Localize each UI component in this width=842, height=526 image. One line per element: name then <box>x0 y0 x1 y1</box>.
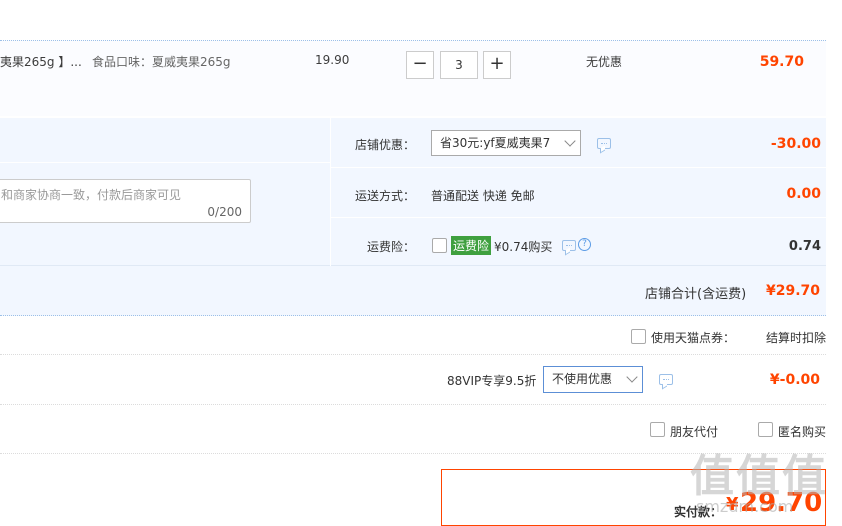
shop-total-label: 店铺合计(含运费) <box>645 287 747 302</box>
message-char-count: 0/200 <box>207 205 242 219</box>
watermark-glyph: 值 <box>736 451 782 502</box>
chat-icon[interactable] <box>597 138 611 149</box>
tmall-coupon-label: 使用天猫点券： <box>651 331 736 345</box>
buyer-message-input[interactable]: 和商家协商一致，付款后商家可见 0/200 <box>0 179 251 223</box>
tmall-coupon-note: 结算时扣除 <box>765 331 826 345</box>
help-icon[interactable]: ? <box>578 238 591 251</box>
order-confirm-page: 夷果265g 】... 食品口味：夏威夷果265g 19.90 − 3 + 无优… <box>0 0 842 526</box>
friend-pay-label: 朋友代付 <box>670 425 719 439</box>
quantity-input[interactable]: 3 <box>440 51 478 79</box>
site-watermark-logo: 值值值 <box>690 440 828 504</box>
tmall-coupon-checkbox[interactable] <box>631 329 646 344</box>
item-attribute: 食品口味：夏威夷果265g <box>92 55 231 69</box>
order-item-row: 夷果265g 】... 食品口味：夏威夷果265g 19.90 − 3 + 无优… <box>0 40 826 116</box>
watermark-glyph: 值 <box>690 451 736 502</box>
shop-options-panel: 和商家协商一致，付款后商家可见 0/200 店铺优惠： 省30元:yf夏威夷果7… <box>0 118 827 266</box>
shop-total-amount: ¥29.70 <box>765 283 820 299</box>
shop-coupon-amount: -30.00 <box>770 136 821 152</box>
insurance-amount: 0.74 <box>788 239 821 254</box>
vip-discount-select[interactable]: 不使用优惠 <box>543 366 643 393</box>
divider <box>0 162 330 163</box>
anonymous-label: 匿名购买 <box>778 425 827 439</box>
shop-coupon-selected: 省30元:yf夏威夷果7 <box>440 136 551 150</box>
shop-option-rows: 店铺优惠： 省30元:yf夏威夷果7 -30.00 运送方式： 普通配送 快递 … <box>330 118 827 266</box>
shipping-amount: 0.00 <box>786 186 821 202</box>
item-title[interactable]: 夷果265g 】... <box>0 53 82 70</box>
shop-coupon-label: 店铺优惠： <box>354 138 415 152</box>
chevron-down-icon <box>564 135 576 147</box>
decrease-quantity-button[interactable]: − <box>406 51 434 79</box>
anonymous-checkbox[interactable] <box>758 422 773 437</box>
message-placeholder: 和商家协商一致，付款后商家可见 <box>1 188 182 202</box>
shipping-label: 运送方式： <box>354 189 415 203</box>
tmall-coupon-row: 使用天猫点券： 结算时扣除 <box>0 317 826 355</box>
vip-discount-row: 88VIP专享9.5折 不使用优惠 ¥-0.00 <box>0 355 826 405</box>
watermark-glyph: 值 <box>782 451 828 502</box>
insurance-tag: 运费险 <box>451 236 492 255</box>
quantity-stepper: − 3 + <box>406 51 511 79</box>
item-unit-price: 19.90 <box>315 53 350 67</box>
shop-coupon-select[interactable]: 省30元:yf夏威夷果7 <box>431 130 581 156</box>
insurance-label: 运费险： <box>366 240 415 254</box>
insurance-checkbox[interactable] <box>432 238 447 253</box>
insurance-price: ¥0.74购买 <box>494 240 553 254</box>
friend-pay-checkbox[interactable] <box>650 422 665 437</box>
shop-total-row: 店铺合计(含运费) ¥29.70 <box>0 266 826 316</box>
vip-selected: 不使用优惠 <box>552 372 613 386</box>
chevron-down-icon <box>626 371 638 383</box>
shop-coupon-row: 店铺优惠： 省30元:yf夏威夷果7 -30.00 <box>331 118 827 168</box>
buyer-message-area: 和商家协商一致，付款后商家可见 0/200 <box>0 118 330 266</box>
site-watermark-url: smzdm.com <box>696 497 794 516</box>
vip-amount: ¥-0.00 <box>769 372 820 388</box>
increase-quantity-button[interactable]: + <box>483 51 511 79</box>
vip-label: 88VIP专享9.5折 <box>447 374 537 388</box>
page-top-spacer <box>0 0 826 40</box>
shipping-method: 普通配送 快递 免邮 <box>431 189 535 203</box>
item-subtotal: 59.70 <box>759 54 804 70</box>
item-discount: 无优惠 <box>586 55 623 69</box>
chat-icon[interactable] <box>562 240 576 251</box>
shipping-row: 运送方式： 普通配送 快递 免邮 0.00 <box>331 168 827 218</box>
shipping-insurance-row: 运费险： 运费险 ¥0.74购买 ? 0.74 <box>331 218 827 266</box>
chat-icon[interactable] <box>659 374 673 385</box>
